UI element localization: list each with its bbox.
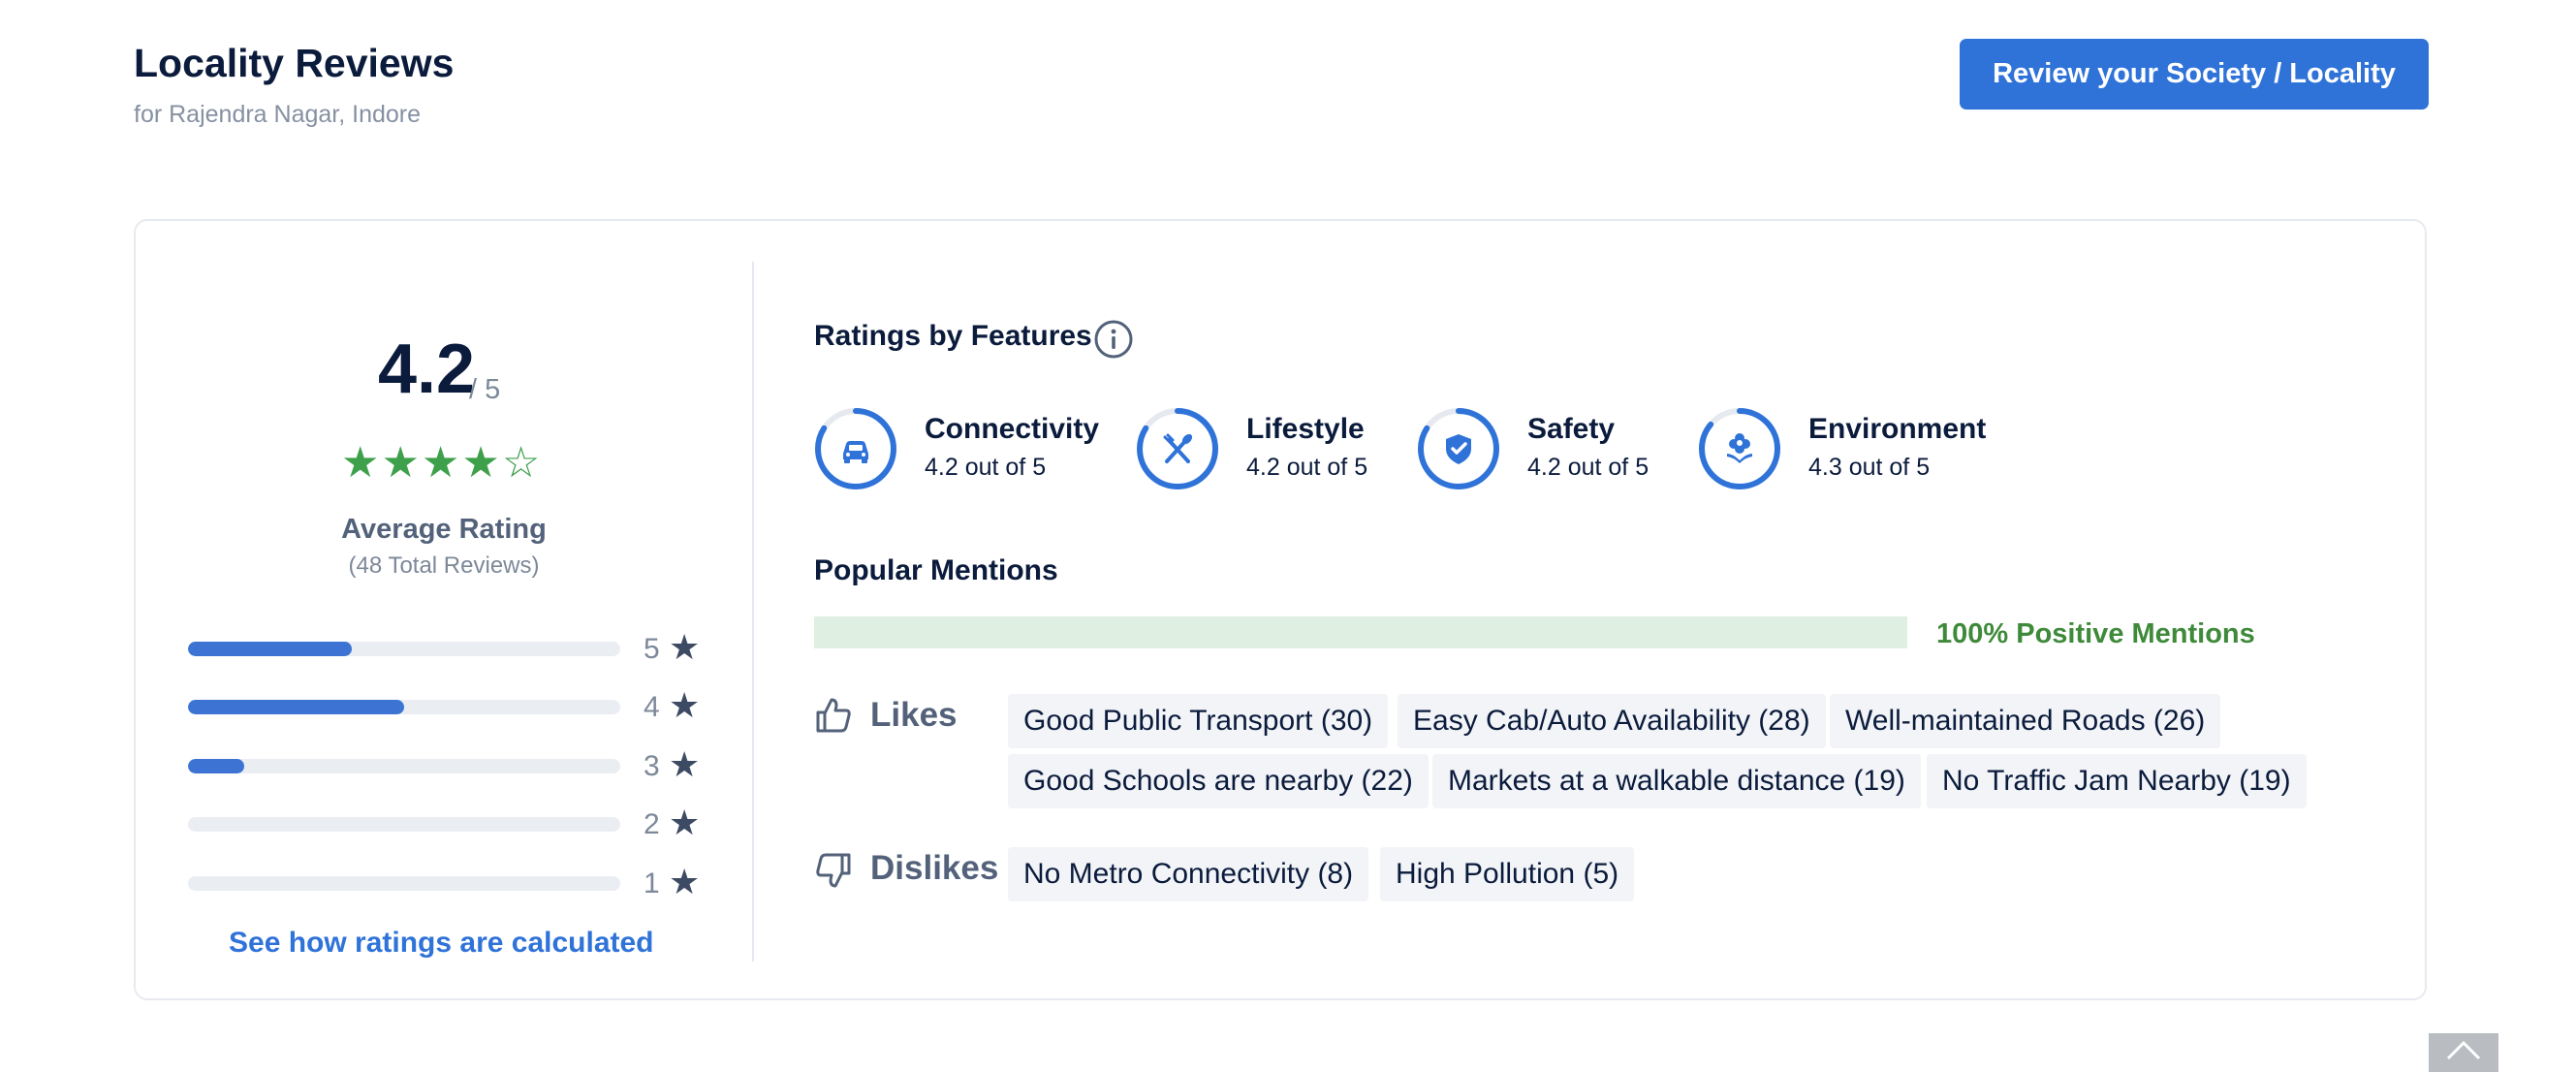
review-society-button[interactable]: Review your Society / Locality bbox=[1960, 39, 2429, 110]
page-subtitle: for Rajendra Nagar, Indore bbox=[134, 101, 422, 128]
distribution-star-count: 3 bbox=[644, 750, 660, 782]
distribution-fill bbox=[188, 759, 244, 773]
star-icon: ★ bbox=[669, 627, 701, 667]
like-chip: Good Schools are nearby (22) bbox=[1008, 754, 1429, 808]
feature-name: Environment bbox=[1808, 413, 1987, 445]
flower-icon bbox=[1699, 408, 1780, 489]
distribution-star-count: 1 bbox=[644, 867, 660, 899]
fork-knife-icon bbox=[1137, 408, 1218, 489]
feature-value: 4.2 out of 5 bbox=[925, 454, 1047, 481]
feature-value: 4.2 out of 5 bbox=[1527, 454, 1649, 481]
distribution-track bbox=[188, 700, 620, 714]
distribution-track bbox=[188, 642, 620, 656]
star-icon: ★ bbox=[669, 803, 701, 842]
dislike-chip: No Metro Connectivity (8) bbox=[1008, 847, 1369, 901]
scroll-to-top-button[interactable] bbox=[2429, 1033, 2498, 1072]
like-chip: Easy Cab/Auto Availability (28) bbox=[1398, 694, 1826, 748]
rating-distribution-row-3: 3 ★ bbox=[188, 744, 711, 786]
star-icon: ★ bbox=[669, 685, 701, 725]
rating-distribution-row-4: 4 ★ bbox=[188, 685, 711, 727]
distribution-fill bbox=[188, 700, 404, 714]
feature-name: Lifestyle bbox=[1246, 413, 1365, 445]
feature-name: Safety bbox=[1527, 413, 1616, 445]
like-chip: Markets at a walkable distance (19) bbox=[1432, 754, 1921, 808]
feature-name: Connectivity bbox=[925, 413, 1100, 445]
distribution-track bbox=[188, 759, 620, 773]
star-outline-icon: ☆ bbox=[501, 439, 541, 487]
rating-distribution-row-1: 1 ★ bbox=[188, 862, 711, 903]
average-rating-value: 4.2 bbox=[378, 331, 476, 408]
positive-mentions-bar bbox=[814, 616, 1907, 648]
thumbs-up-icon bbox=[816, 698, 851, 733]
rating-distribution-row-5: 5 ★ bbox=[188, 627, 711, 669]
average-stars: ★ ★ ★ ★ ☆ bbox=[341, 442, 540, 485]
dislikes-label: Dislikes bbox=[870, 849, 999, 887]
star-icon: ★ bbox=[461, 439, 500, 487]
total-reviews-count: (48 Total Reviews) bbox=[348, 552, 540, 579]
ratings-calculation-link[interactable]: See how ratings are calculated bbox=[229, 927, 654, 960]
star-icon: ★ bbox=[381, 439, 420, 487]
vertical-divider bbox=[752, 262, 754, 962]
star-icon: ★ bbox=[341, 439, 380, 487]
star-icon: ★ bbox=[669, 744, 701, 784]
average-rating-label: Average Rating bbox=[341, 514, 547, 545]
feature-value: 4.2 out of 5 bbox=[1246, 454, 1368, 481]
features-title: Ratings by Features bbox=[814, 320, 1092, 352]
shield-icon bbox=[1418, 408, 1499, 489]
star-icon: ★ bbox=[421, 439, 460, 487]
feature-value: 4.3 out of 5 bbox=[1808, 454, 1931, 481]
page-title: Locality Reviews bbox=[134, 41, 455, 85]
car-icon bbox=[815, 408, 896, 489]
rating-distribution-row-2: 2 ★ bbox=[188, 803, 711, 844]
distribution-star-count: 5 bbox=[644, 633, 660, 665]
distribution-star-count: 4 bbox=[644, 691, 660, 723]
like-chip: No Traffic Jam Nearby (19) bbox=[1927, 754, 2307, 808]
info-icon[interactable] bbox=[1093, 319, 1134, 360]
like-chip: Good Public Transport (30) bbox=[1008, 694, 1389, 748]
star-icon: ★ bbox=[669, 862, 701, 901]
like-chip: Well-maintained Roads (26) bbox=[1830, 694, 2221, 748]
distribution-track bbox=[188, 876, 620, 891]
dislike-chip: High Pollution (5) bbox=[1380, 847, 1635, 901]
average-rating-max: / 5 bbox=[469, 374, 501, 405]
thumbs-down-icon bbox=[816, 853, 851, 888]
popular-mentions-title: Popular Mentions bbox=[814, 554, 1058, 586]
distribution-track bbox=[188, 817, 620, 832]
distribution-star-count: 2 bbox=[644, 808, 660, 840]
positive-mentions-text: 100% Positive Mentions bbox=[1936, 618, 2255, 649]
distribution-fill bbox=[188, 642, 353, 656]
likes-label: Likes bbox=[870, 696, 958, 734]
